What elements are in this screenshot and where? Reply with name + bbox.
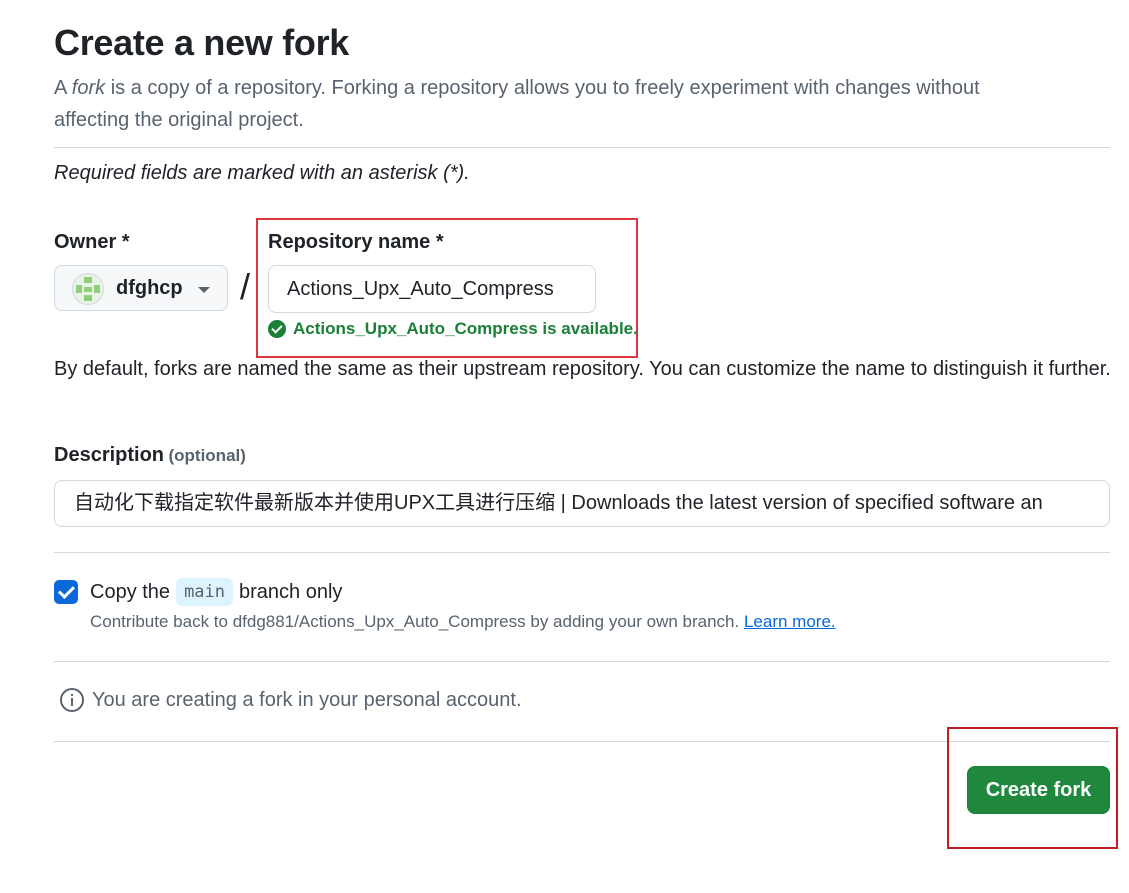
availability-message: Actions_Upx_Auto_Compress is available. (268, 319, 638, 339)
personal-account-info: You are creating a fork in your personal… (60, 688, 522, 712)
owner-repo-separator: / (240, 266, 251, 307)
description-input[interactable]: 自动化下载指定软件最新版本并使用UPX工具进行压缩 | Downloads th… (54, 480, 1110, 527)
lead-fork-emphasis: fork (71, 77, 106, 99)
divider (54, 552, 1110, 553)
description-label-row: Description (optional) (54, 444, 246, 467)
owner-label: Owner * (54, 231, 130, 253)
optional-tag: (optional) (168, 446, 246, 465)
page-description: A fork is a copy of a repository. Forkin… (54, 72, 1054, 136)
branch-name-code: main (176, 578, 234, 606)
info-icon (60, 688, 84, 712)
repository-name-label: Repository name * (268, 231, 444, 253)
copy-label-before: Copy the (90, 580, 171, 603)
create-fork-button[interactable]: Create fork (967, 766, 1110, 814)
naming-note: By default, forks are named the same as … (54, 358, 1111, 380)
owner-select-button[interactable]: dfghcp (54, 265, 228, 311)
required-fields-note: Required fields are marked with an aster… (54, 162, 470, 184)
repository-name-input[interactable] (268, 265, 596, 313)
lead-prefix: A (54, 77, 72, 99)
copy-label-after: branch only (239, 580, 343, 603)
availability-text: Actions_Upx_Auto_Compress is available. (293, 319, 638, 338)
copy-branch-label: Copy the main branch only (90, 578, 342, 606)
avatar (72, 273, 104, 305)
description-label: Description (54, 444, 165, 466)
copy-branch-help-text: Contribute back to dfdg881/Actions_Upx_A… (90, 612, 740, 631)
copy-branch-help: Contribute back to dfdg881/Actions_Upx_A… (90, 612, 836, 632)
info-text: You are creating a fork in your personal… (92, 688, 522, 711)
page-title: Create a new fork (54, 22, 350, 63)
divider (54, 147, 1110, 148)
divider (54, 661, 1110, 662)
learn-more-link[interactable]: Learn more. (744, 612, 836, 631)
caret-down-icon (198, 287, 210, 293)
owner-name: dfghcp (116, 277, 183, 299)
copy-main-branch-checkbox[interactable] (54, 580, 78, 604)
lead-rest: is a copy of a repository. Forking a rep… (54, 77, 980, 131)
check-circle-icon (268, 320, 286, 338)
